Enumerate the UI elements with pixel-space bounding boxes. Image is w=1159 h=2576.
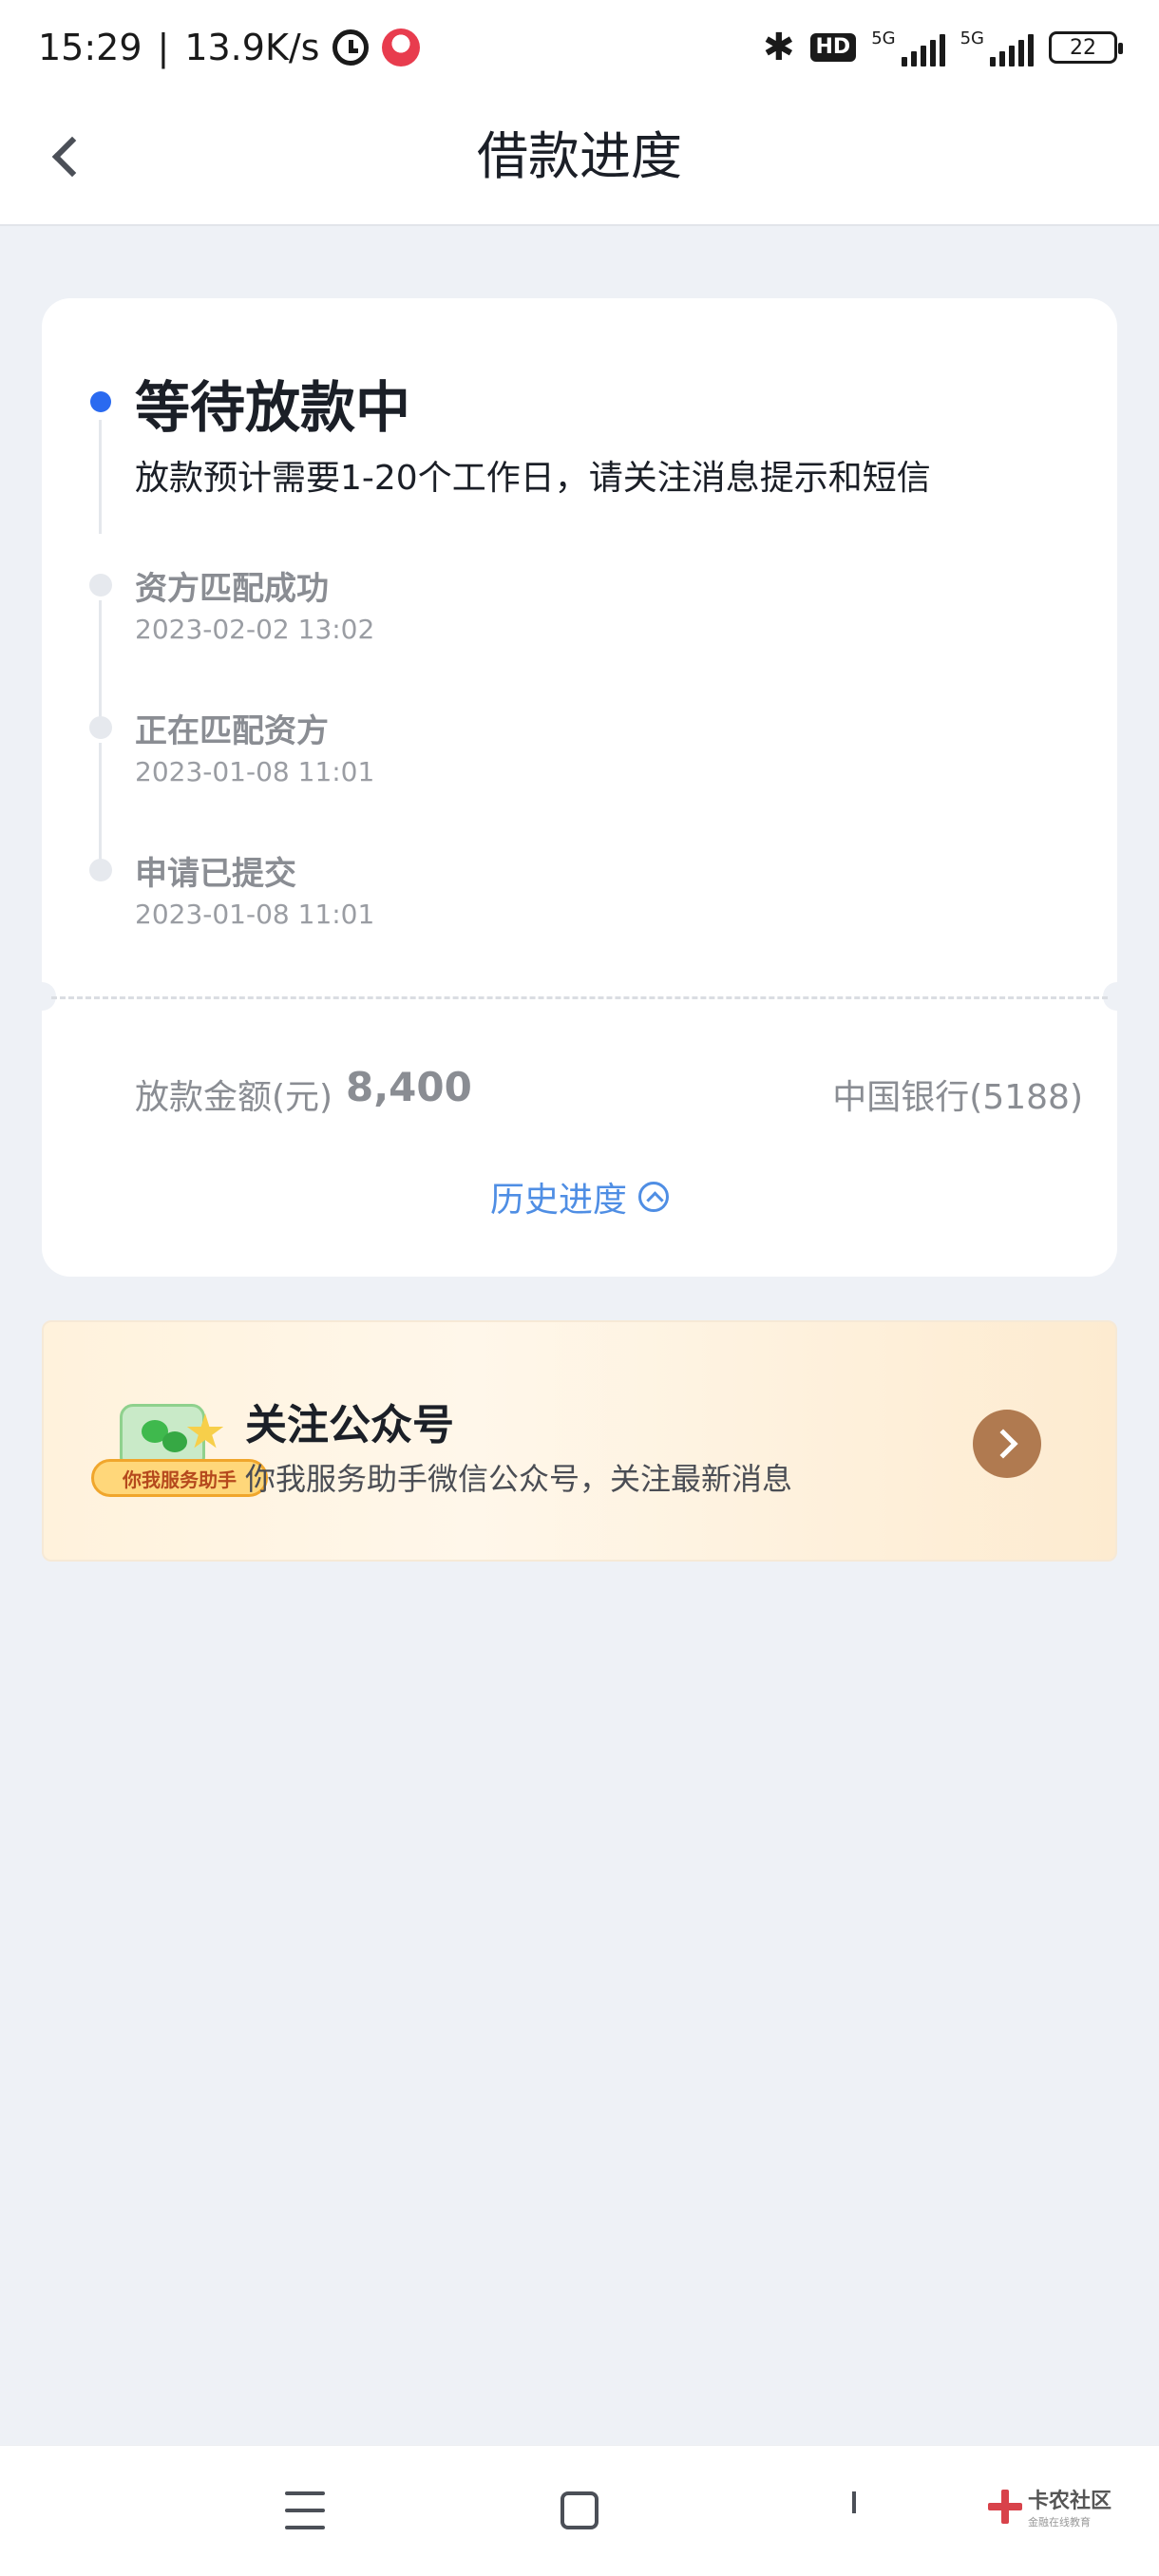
home-button[interactable] — [560, 2491, 598, 2529]
alarm-icon — [332, 29, 370, 66]
step-dot — [89, 574, 112, 597]
current-status-desc: 放款预计需要1-20个工作日，请关注消息提示和短信 — [135, 459, 931, 498]
recent-apps-button[interactable] — [285, 2491, 325, 2529]
app-notification-icon — [382, 28, 421, 66]
timeline-line — [99, 743, 102, 862]
chevron-right-icon — [988, 1429, 1018, 1459]
system-nav-bar: 卡农社区 金融在线教育 — [0, 2445, 1159, 2576]
chevron-left-icon — [852, 2491, 856, 2513]
history-progress-label: 历史进度 — [489, 1181, 627, 1220]
timeline-line — [99, 600, 102, 720]
follow-account-banner[interactable]: 你我服务助手 关注公众号 你我服务助手微信公众号，关注最新消息 — [42, 1320, 1117, 1562]
network-type-label: 5G — [871, 28, 896, 48]
loan-progress-card: 等待放款中 放款预计需要1-20个工作日，请关注消息提示和短信 资方匹配成功 2… — [28, 298, 1131, 1277]
step-time: 2023-02-02 13:02 — [135, 614, 375, 645]
chevron-up-circle-icon — [638, 1182, 669, 1212]
dashed-divider — [51, 996, 1108, 999]
step-title: 申请已提交 — [135, 855, 296, 893]
current-status-title: 等待放款中 — [135, 375, 411, 440]
step-dot — [89, 716, 112, 739]
watermark-sub: 金融在线教育 — [1028, 2516, 1091, 2529]
page-title: 借款进度 — [477, 126, 682, 186]
watermark-text: 卡农社区 金融在线教育 — [1028, 2484, 1112, 2529]
logo-tag: 你我服务助手 — [91, 1459, 268, 1497]
watermark-main: 卡农社区 — [1028, 2490, 1112, 2513]
amount-value: 8,400 — [346, 1064, 472, 1110]
status-left: 15:29 | 13.9K/s — [38, 27, 421, 68]
banner-title: 关注公众号 — [245, 1401, 454, 1449]
status-separator: | — [157, 27, 170, 68]
assistant-logo: 你我服务助手 — [91, 1404, 268, 1508]
system-back-button[interactable] — [841, 2491, 879, 2529]
step-title: 资方匹配成功 — [135, 570, 329, 608]
bluetooth-icon: ✱ — [762, 26, 795, 69]
history-progress-link[interactable]: 历史进度 — [42, 1172, 1117, 1222]
timeline-line — [99, 420, 102, 534]
watermark: 卡农社区 金融在线教育 — [988, 2484, 1112, 2529]
battery-level: 22 — [1070, 35, 1096, 60]
status-bar: 15:29 | 13.9K/s ✱ HD 5G 5G 22 — [0, 0, 1159, 95]
bank-account: 中国银行(5188) — [832, 1078, 1083, 1117]
signal-icon: 5G — [871, 28, 945, 66]
hd-icon: HD — [809, 33, 857, 62]
follow-arrow-button[interactable] — [973, 1410, 1041, 1478]
nav-bar: 借款进度 — [0, 95, 1159, 226]
step-title: 正在匹配资方 — [135, 712, 329, 750]
step-time: 2023-01-08 11:01 — [135, 756, 375, 787]
current-status-dot — [90, 391, 111, 412]
battery-icon: 22 — [1049, 31, 1123, 64]
step-dot — [89, 859, 112, 881]
network-type-label-2: 5G — [960, 28, 984, 48]
status-right: ✱ HD 5G 5G 22 — [762, 26, 1123, 69]
banner-desc: 你我服务助手微信公众号，关注最新消息 — [245, 1461, 793, 1497]
signal-icon-2: 5G — [960, 28, 1034, 66]
status-time: 15:29 — [38, 27, 142, 68]
watermark-logo-icon — [988, 2490, 1022, 2524]
status-net-speed: 13.9K/s — [184, 27, 320, 68]
amount-label: 放款金额(元) — [135, 1078, 333, 1117]
step-time: 2023-01-08 11:01 — [135, 899, 375, 930]
